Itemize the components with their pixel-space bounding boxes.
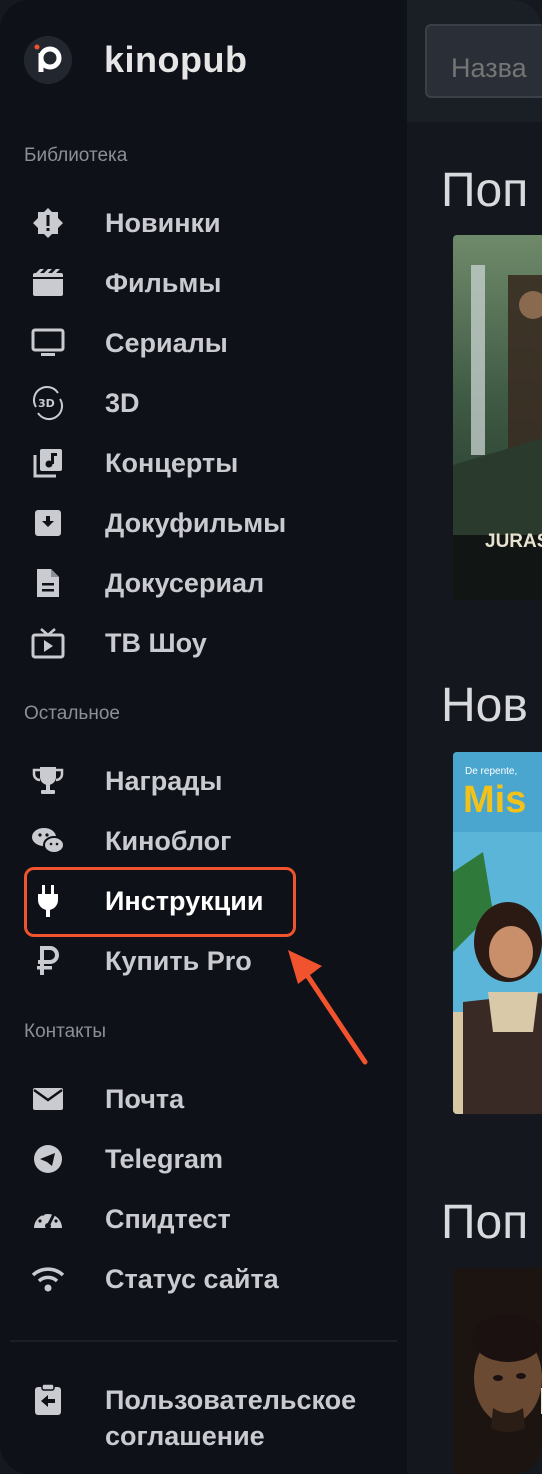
nav-label: Почта [105,1083,185,1114]
nav-item-series[interactable]: Сериалы [0,315,407,371]
nav-item-awards[interactable]: Награды [0,753,407,809]
nav-item-movies[interactable]: Фильмы [0,255,407,311]
archive-box-icon [30,505,66,541]
section-title-library: Библиотека [24,145,128,166]
telegram-icon [30,1141,66,1177]
nav-item-3d[interactable]: 3D 3D [0,375,407,431]
nav-label: Купить Pro [105,945,252,976]
music-library-icon [30,445,66,481]
document-icon [30,565,66,601]
tv-monitor-icon [30,325,66,361]
user-agreement-link[interactable]: Пользовательское соглашение [105,1382,395,1454]
section-heading-popular[interactable]: Поп [441,163,528,218]
annotation-arrow-icon [288,950,368,1065]
nav-label: Сериалы [105,327,228,358]
app-frame: kinopub Библиотека Новинки Фильмы Сериал… [0,0,542,1474]
nav-label: Докуфильмы [105,507,287,538]
mail-icon [30,1081,66,1117]
nav-item-speedtest[interactable]: Спидтест [0,1191,407,1247]
nav-label: Telegram [105,1143,224,1174]
poster-card[interactable] [453,1268,542,1474]
section-heading-new[interactable]: Нов [441,678,528,733]
nav-label: Награды [105,765,223,796]
speedometer-icon [30,1201,66,1237]
nav-item-docuseries[interactable]: Докусериал [0,555,407,611]
wifi-icon [30,1261,66,1297]
ruble-icon [30,943,66,979]
sidebar-divider [10,1340,397,1342]
nav-label: Докусериал [105,567,265,598]
poster-tagline-text: De repente, [465,766,517,777]
nav-item-site-status[interactable]: Статус сайта [0,1251,407,1307]
main-content: Поп JURAS Нов [407,0,542,1474]
nav-item-kinoblog[interactable]: Киноблог [0,813,407,869]
chat-bubbles-icon [30,823,66,859]
nav-label: Фильмы [105,267,222,298]
badge-alert-icon [30,205,66,241]
3d-rotate-icon: 3D [30,385,66,421]
logo-text: kinopub [104,39,248,80]
nav-label: Статус сайта [105,1263,279,1294]
nav-item-mail[interactable]: Почта [0,1071,407,1127]
nav-item-concerts[interactable]: Концерты [0,435,407,491]
nav-label: Спидтест [105,1203,231,1234]
search-input[interactable] [425,24,542,98]
highlight-box [24,867,296,937]
nav-item-docufilms[interactable]: Докуфильмы [0,495,407,551]
nav-item-new[interactable]: Новинки [0,195,407,251]
nav-label: Киноблог [105,825,232,856]
svg-text:3D: 3D [38,397,55,410]
tv-play-icon [30,625,66,661]
nav-label: 3D [105,387,140,418]
nav-item-telegram[interactable]: Telegram [0,1131,407,1187]
section-title-contacts: Контакты [24,1021,107,1042]
clapperboard-icon [30,265,66,301]
trophy-icon [30,763,66,799]
logo[interactable]: kinopub [24,36,247,84]
poster-title-text: JURAS [485,531,542,552]
nav-item-tv-show[interactable]: ТВ Шоу [0,615,407,671]
poster-card[interactable]: De repente, Mis [453,752,542,1114]
nav-label: Новинки [105,207,221,238]
kinopub-logo-icon [24,36,72,84]
section-heading-popular-2[interactable]: Поп [441,1195,528,1250]
sidebar: kinopub Библиотека Новинки Фильмы Сериал… [0,0,407,1474]
poster-title-text: Mis [463,779,526,821]
section-title-other: Остальное [24,703,120,724]
nav-label: ТВ Шоу [105,627,207,658]
poster-card[interactable]: JURAS [453,235,542,600]
clipboard-return-icon [30,1382,66,1418]
nav-label: Концерты [105,447,239,478]
top-bar [407,0,542,122]
